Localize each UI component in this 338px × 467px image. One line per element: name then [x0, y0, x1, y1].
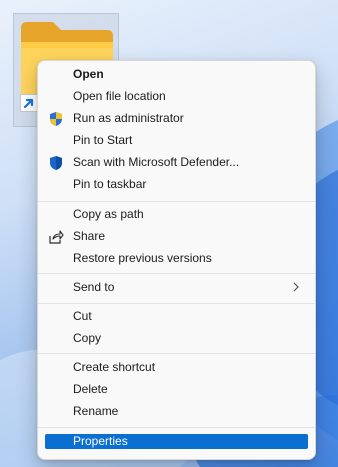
menu-item-label: Run as administrator: [73, 111, 184, 125]
menu-item-copy[interactable]: Copy: [43, 328, 310, 350]
menu-separator: [38, 303, 315, 304]
menu-item-pin-to-start[interactable]: Pin to Start: [43, 130, 310, 152]
menu-item-send-to[interactable]: Send to: [43, 277, 310, 299]
menu-separator: [38, 353, 315, 354]
menu-item-label: Pin to taskbar: [73, 177, 147, 191]
menu-item-create-shortcut[interactable]: Create shortcut: [43, 357, 310, 379]
menu-item-label: Rename: [73, 404, 119, 418]
menu-item-copy-as-path[interactable]: Copy as path: [43, 204, 310, 226]
menu-item-share[interactable]: Share: [43, 226, 310, 248]
menu-item-rename[interactable]: Rename: [43, 401, 310, 423]
menu-item-label: Open file location: [73, 89, 166, 103]
menu-item-label: Copy as path: [73, 207, 144, 221]
menu-item-restore-previous-versions[interactable]: Restore previous versions: [43, 248, 310, 270]
menu-item-label: Scan with Microsoft Defender...: [73, 155, 240, 169]
menu-item-label: Share: [73, 229, 106, 243]
menu-item-label: Pin to Start: [73, 133, 133, 147]
shortcut-arrow-icon: [20, 94, 38, 112]
menu-separator: [38, 427, 315, 428]
menu-item-label: Create shortcut: [73, 360, 156, 374]
context-menu: Open Open file location Run as administr…: [37, 60, 316, 460]
menu-item-cut[interactable]: Cut: [43, 306, 310, 328]
menu-item-label: Properties: [73, 434, 128, 448]
defender-shield-icon: [50, 156, 62, 170]
menu-item-properties[interactable]: Properties: [45, 434, 308, 449]
menu-item-open-file-location[interactable]: Open file location: [43, 86, 310, 108]
share-icon: [49, 230, 64, 244]
menu-item-pin-to-taskbar[interactable]: Pin to taskbar: [43, 174, 310, 196]
menu-item-label: Restore previous versions: [73, 251, 212, 265]
chevron-right-icon: [293, 282, 299, 292]
menu-separator: [38, 273, 315, 274]
menu-item-run-as-administrator[interactable]: Run as administrator: [43, 108, 310, 130]
menu-item-scan-defender[interactable]: Scan with Microsoft Defender...: [43, 152, 310, 174]
uac-shield-icon: [50, 112, 62, 126]
menu-item-label: Delete: [73, 382, 108, 396]
menu-item-label: Send to: [73, 280, 115, 294]
menu-item-delete[interactable]: Delete: [43, 379, 310, 401]
menu-separator: [38, 201, 315, 202]
menu-item-open[interactable]: Open: [43, 64, 310, 86]
menu-item-label: Open: [73, 67, 104, 81]
menu-item-label: Cut: [73, 309, 92, 323]
menu-item-label: Copy: [73, 331, 102, 345]
